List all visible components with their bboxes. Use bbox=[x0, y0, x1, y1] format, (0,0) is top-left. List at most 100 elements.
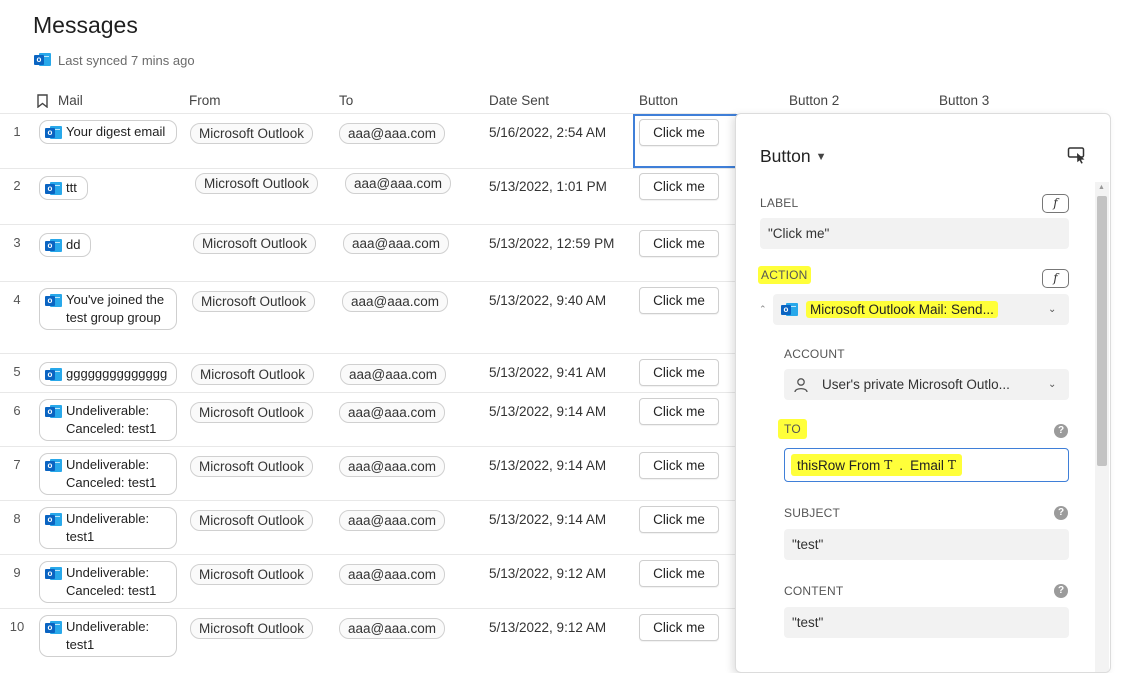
column-header-to[interactable]: To bbox=[339, 92, 353, 109]
click-me-button[interactable]: Click me bbox=[639, 173, 719, 200]
to-pill[interactable]: aaa@aaa.com bbox=[339, 402, 446, 423]
mail-chip[interactable]: o Undeliverable: test1 bbox=[39, 507, 177, 549]
from-pill[interactable]: Microsoft Outlook bbox=[190, 564, 314, 585]
outlook-icon: o bbox=[45, 367, 62, 383]
action-field-label: ACTION bbox=[758, 266, 811, 284]
row-divider bbox=[0, 113, 736, 114]
outlook-icon: o bbox=[45, 404, 62, 420]
to-pill[interactable]: aaa@aaa.com bbox=[343, 233, 450, 254]
to-pill[interactable]: aaa@aaa.com bbox=[342, 291, 449, 312]
row-divider bbox=[0, 281, 736, 282]
chevron-down-icon: ▼ bbox=[815, 150, 827, 163]
from-pill[interactable]: Microsoft Outlook bbox=[195, 173, 319, 194]
outlook-icon: o bbox=[45, 293, 62, 309]
bookmark-icon bbox=[37, 93, 48, 108]
click-me-button[interactable]: Click me bbox=[639, 230, 719, 257]
from-pill[interactable]: Microsoft Outlook bbox=[190, 456, 314, 477]
row-divider bbox=[0, 608, 736, 609]
help-icon[interactable]: ? bbox=[1054, 506, 1068, 520]
mail-chip[interactable]: o gggggggggggggg bbox=[39, 362, 177, 386]
outlook-icon: o bbox=[45, 512, 62, 528]
click-me-button[interactable]: Click me bbox=[639, 452, 719, 479]
from-pill[interactable]: Microsoft Outlook bbox=[192, 291, 316, 312]
row-number: 10 bbox=[9, 619, 25, 634]
column-header-from[interactable]: From bbox=[189, 92, 221, 109]
outlook-icon: o bbox=[45, 181, 62, 197]
date-sent: 5/16/2022, 2:54 AM bbox=[489, 125, 607, 140]
mail-chip[interactable]: o ttt bbox=[39, 176, 88, 200]
cursor-box-icon[interactable] bbox=[1067, 146, 1087, 164]
label-input[interactable]: "Click me" bbox=[760, 218, 1069, 249]
date-sent: 5/13/2022, 9:41 AM bbox=[489, 365, 607, 380]
mail-chip[interactable]: o Undeliverable: test1 bbox=[39, 615, 177, 657]
subject-input[interactable]: "test" bbox=[784, 529, 1069, 560]
from-pill[interactable]: Microsoft Outlook bbox=[190, 510, 314, 531]
to-pill[interactable]: aaa@aaa.com bbox=[345, 173, 452, 194]
from-pill[interactable]: Microsoft Outlook bbox=[193, 233, 317, 254]
outlook-icon: o bbox=[45, 620, 62, 636]
formula-icon[interactable]: f bbox=[1042, 269, 1069, 288]
click-me-button[interactable]: Click me bbox=[639, 398, 719, 425]
date-sent: 5/13/2022, 1:01 PM bbox=[489, 179, 607, 194]
row-number: 6 bbox=[13, 403, 21, 418]
mail-chip[interactable]: o dd bbox=[39, 233, 92, 257]
row-number: 7 bbox=[13, 457, 21, 472]
label-field-label: LABEL bbox=[760, 196, 799, 210]
click-me-button[interactable]: Click me bbox=[639, 614, 719, 641]
click-me-button[interactable]: Click me bbox=[639, 287, 719, 314]
selected-cell-outline bbox=[633, 114, 738, 168]
from-pill[interactable]: Microsoft Outlook bbox=[190, 618, 314, 639]
row-divider bbox=[0, 392, 736, 393]
from-pill[interactable]: Microsoft Outlook bbox=[190, 123, 314, 144]
chevron-up-icon[interactable]: ⌃ bbox=[759, 304, 767, 315]
row-number: 1 bbox=[13, 124, 21, 139]
to-formula-input[interactable]: thisRow From T. Email T bbox=[784, 448, 1069, 482]
page-title: Messages bbox=[33, 12, 138, 38]
chevron-down-icon: ⌄ bbox=[1048, 379, 1057, 390]
help-icon[interactable]: ? bbox=[1054, 424, 1068, 438]
row-number: 9 bbox=[13, 565, 21, 580]
click-me-button[interactable]: Click me bbox=[639, 560, 719, 587]
row-number: 2 bbox=[13, 178, 21, 193]
click-me-button[interactable]: Click me bbox=[639, 506, 719, 533]
to-pill[interactable]: aaa@aaa.com bbox=[340, 364, 447, 385]
to-pill[interactable]: aaa@aaa.com bbox=[339, 456, 446, 477]
from-pill[interactable]: Microsoft Outlook bbox=[191, 364, 315, 385]
mail-chip[interactable]: o Your digest email bbox=[39, 120, 177, 144]
row-divider bbox=[0, 168, 736, 169]
row-number: 4 bbox=[13, 292, 21, 307]
date-sent: 5/13/2022, 9:14 AM bbox=[489, 458, 607, 473]
click-me-button[interactable]: Click me bbox=[639, 359, 719, 386]
mail-chip[interactable]: o Undeliverable: Canceled: test1 bbox=[39, 453, 177, 495]
to-pill[interactable]: aaa@aaa.com bbox=[339, 618, 446, 639]
column-header-mail[interactable]: Mail bbox=[37, 92, 83, 109]
mail-chip[interactable]: o Undeliverable: Canceled: test1 bbox=[39, 399, 177, 441]
column-header-date-sent[interactable]: Date Sent bbox=[489, 92, 549, 109]
subject-field-label: SUBJECT bbox=[784, 506, 841, 520]
column-header-button-2[interactable]: Button 2 bbox=[789, 92, 839, 109]
from-pill[interactable]: Microsoft Outlook bbox=[190, 402, 314, 423]
text-type-icon: T bbox=[947, 458, 956, 472]
date-sent: 5/13/2022, 9:14 AM bbox=[489, 512, 607, 527]
column-header-button[interactable]: Button bbox=[639, 92, 678, 109]
scrollbar[interactable]: ▲ bbox=[1095, 182, 1109, 672]
outlook-icon: o bbox=[45, 458, 62, 474]
row-number: 5 bbox=[13, 364, 21, 379]
panel-title[interactable]: Button ▼ bbox=[760, 146, 827, 167]
scrollbar-thumb[interactable] bbox=[1097, 196, 1107, 466]
chevron-down-icon: ⌄ bbox=[1048, 304, 1057, 315]
mail-chip[interactable]: o Undeliverable: Canceled: test1 bbox=[39, 561, 177, 603]
outlook-icon: o bbox=[45, 566, 62, 582]
to-formula-tokens: thisRow From T. Email T bbox=[791, 454, 962, 476]
to-pill[interactable]: aaa@aaa.com bbox=[339, 564, 446, 585]
content-input[interactable]: "test" bbox=[784, 607, 1069, 638]
formula-icon[interactable]: f bbox=[1042, 194, 1069, 213]
mail-chip[interactable]: o You've joined the test group group bbox=[39, 288, 177, 330]
to-pill[interactable]: aaa@aaa.com bbox=[339, 123, 446, 144]
help-icon[interactable]: ? bbox=[1054, 584, 1068, 598]
column-header-button-3[interactable]: Button 3 bbox=[939, 92, 989, 109]
to-pill[interactable]: aaa@aaa.com bbox=[339, 510, 446, 531]
scroll-up-arrow-icon[interactable]: ▲ bbox=[1098, 184, 1105, 191]
account-select[interactable]: User's private Microsoft Outlo... bbox=[784, 369, 1069, 400]
action-select[interactable]: o Microsoft Outlook Mail: Send... bbox=[773, 294, 1069, 325]
